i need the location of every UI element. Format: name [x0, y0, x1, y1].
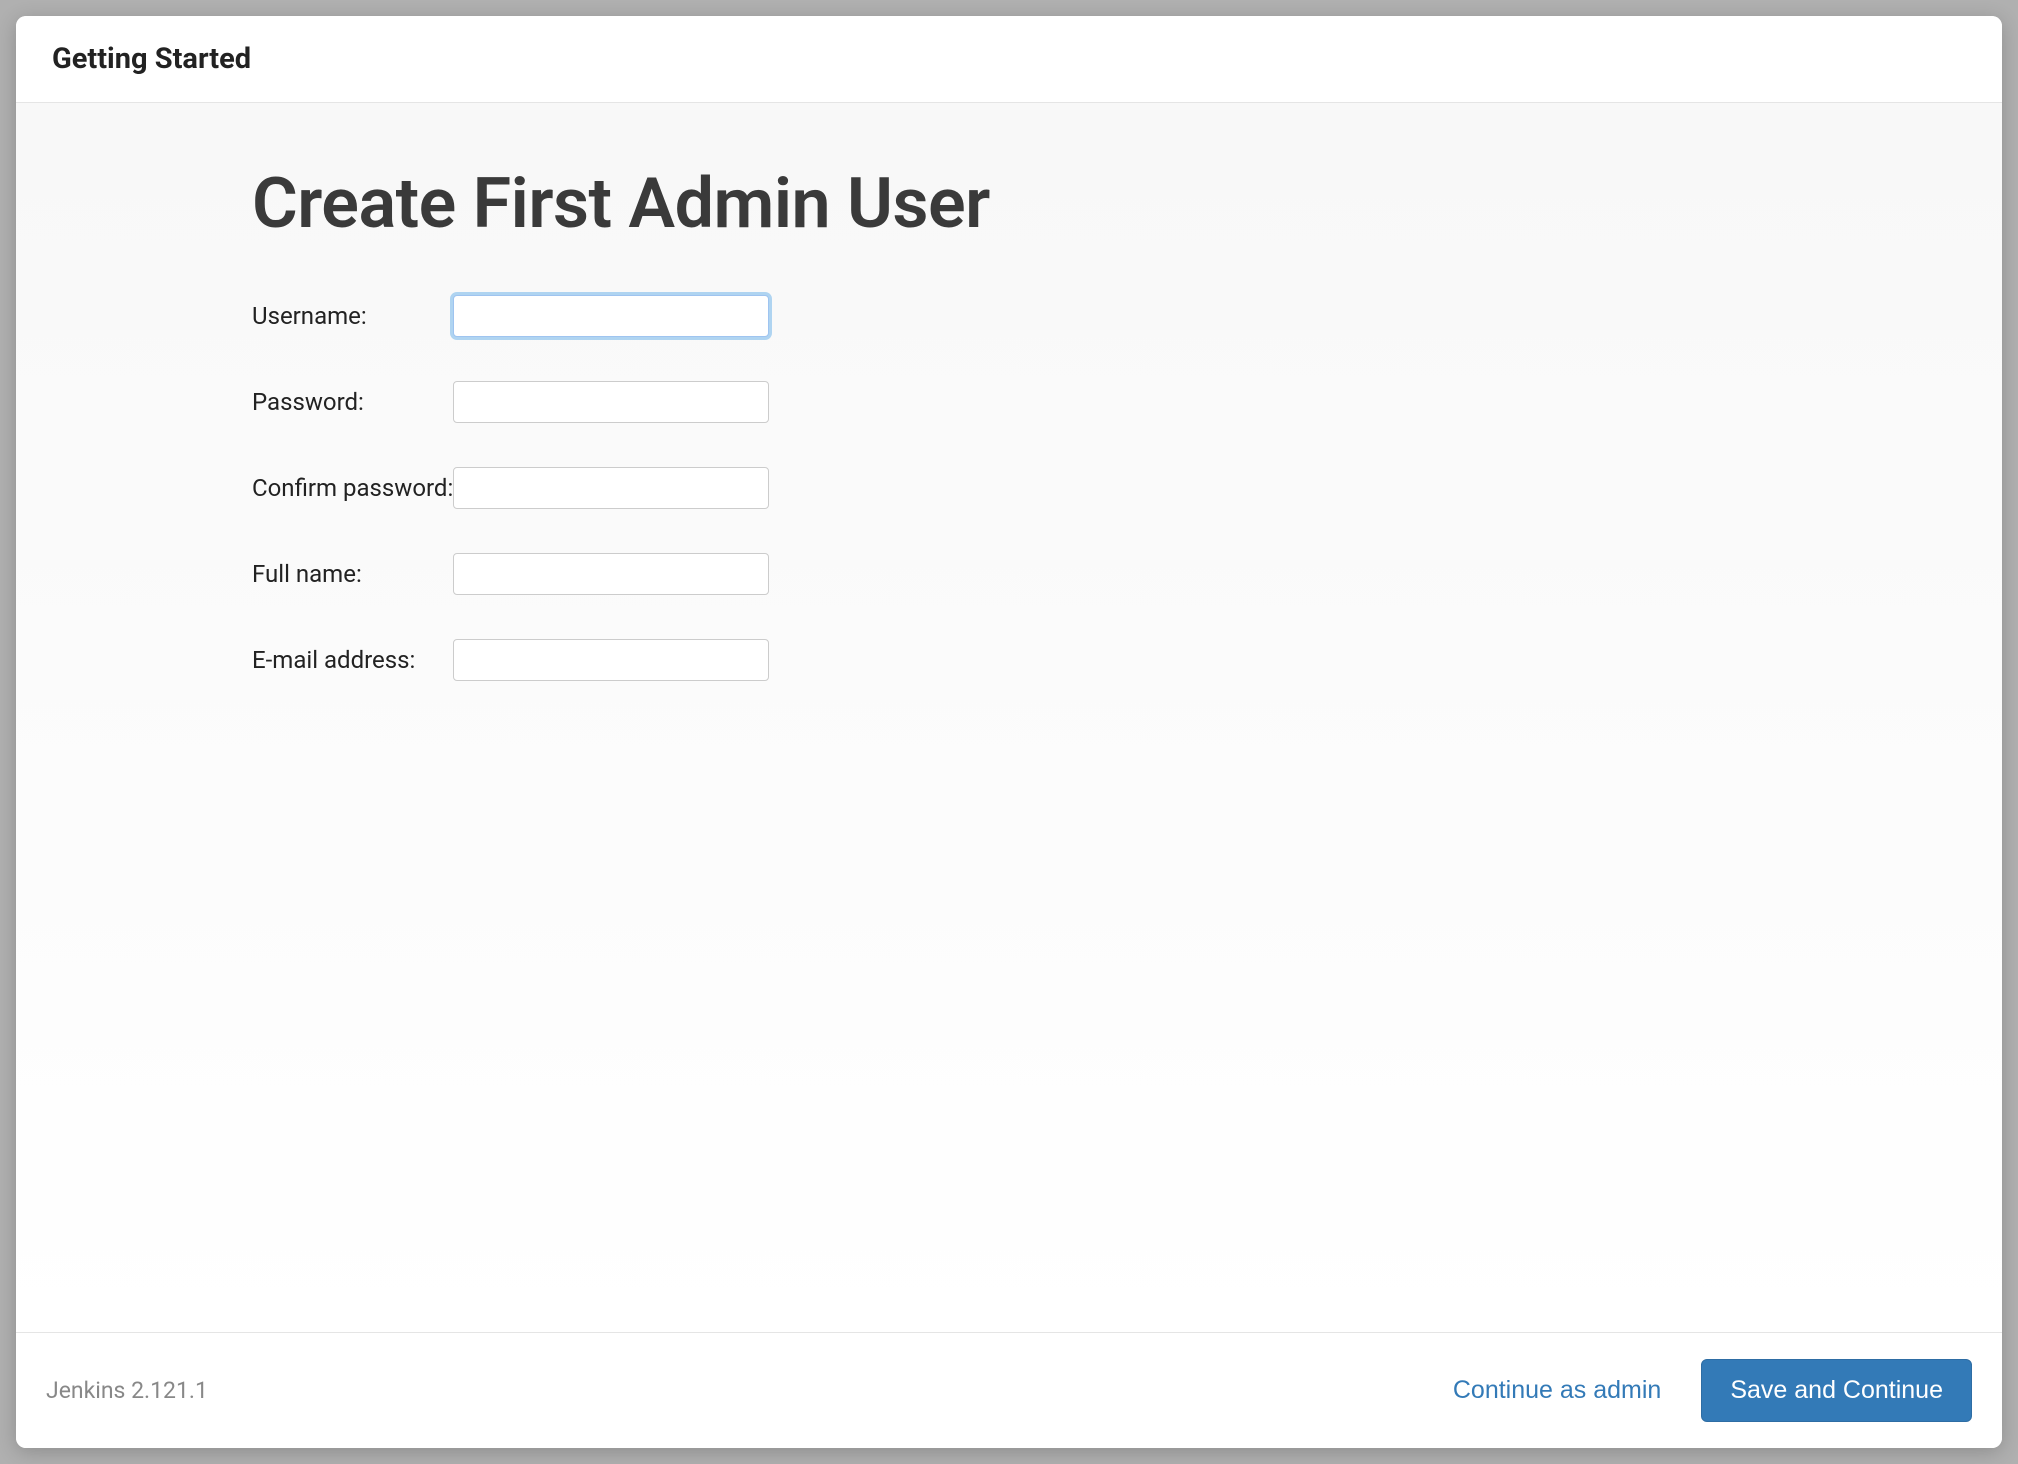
setup-modal: Getting Started Create First Admin User … — [16, 16, 2002, 1448]
continue-as-admin-button[interactable]: Continue as admin — [1443, 1368, 1671, 1413]
password-label: Password: — [252, 381, 453, 467]
page-title: Create First Admin User — [252, 163, 1532, 245]
username-input[interactable] — [453, 295, 769, 337]
modal-header: Getting Started — [16, 16, 2002, 103]
confirm-password-input[interactable] — [453, 467, 769, 509]
content-inner: Create First Admin User Username: Passwo… — [252, 163, 1532, 725]
email-input[interactable] — [453, 639, 769, 681]
header-title: Getting Started — [52, 42, 1966, 76]
save-and-continue-button[interactable]: Save and Continue — [1701, 1359, 1972, 1422]
modal-footer: Jenkins 2.121.1 Continue as admin Save a… — [16, 1332, 2002, 1448]
email-label: E-mail address: — [252, 639, 453, 725]
fullname-label: Full name: — [252, 553, 453, 639]
fullname-input[interactable] — [453, 553, 769, 595]
version-label: Jenkins 2.121.1 — [46, 1377, 208, 1404]
confirm-password-label: Confirm password: — [252, 467, 453, 553]
username-label: Username: — [252, 295, 453, 381]
modal-content: Create First Admin User Username: Passwo… — [16, 103, 2002, 1332]
password-input[interactable] — [453, 381, 769, 423]
footer-actions: Continue as admin Save and Continue — [1443, 1359, 1972, 1422]
admin-user-form: Username: Password: Confirm password: — [252, 295, 769, 725]
